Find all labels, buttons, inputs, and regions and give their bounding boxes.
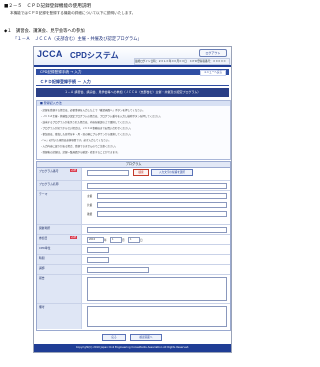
cosponsor-input[interactable] bbox=[97, 202, 227, 208]
sponsor-input[interactable] bbox=[97, 193, 227, 199]
instructions-panel: ■ 登録記入方法 ・記録を登録する場合は、必要事項を入力した上で「確認画面へ」ボ… bbox=[36, 100, 231, 160]
theme-label: テーマ bbox=[39, 192, 48, 196]
cpd-units-row: CPD単位 bbox=[37, 245, 230, 255]
program-name-row: プログラム名称 bbox=[37, 181, 230, 191]
select-program-button[interactable]: 入力文字の候補を選択 bbox=[151, 169, 193, 176]
day-select[interactable]: 1 bbox=[128, 237, 140, 243]
copyright-text: Copyright(C) 2010 Japan Civil Engineerin… bbox=[75, 346, 190, 349]
month-select[interactable]: 1 bbox=[110, 237, 122, 243]
logout-button[interactable]: ログアウト bbox=[199, 49, 227, 57]
year-select[interactable]: 2010 bbox=[87, 237, 104, 243]
instruction-line: ・登録後の記録は、記録一覧画面から確認・修正することができます。 bbox=[40, 151, 120, 154]
day-unit: 日 bbox=[140, 239, 143, 242]
instruction-line: ・「＊」の付いた項目は必須項目です。必ず入力してください。 bbox=[40, 139, 111, 142]
sponsor-sublabel: 主催 bbox=[87, 195, 93, 198]
hours-input[interactable] bbox=[87, 257, 109, 263]
system-name: CPDシステム bbox=[70, 51, 119, 60]
cosponsor-sublabel: 共催 bbox=[87, 204, 93, 207]
page-title: ＣＰＤ記録登録手続 － 入力 bbox=[36, 78, 229, 86]
app-header: JCCA CPDシステム ログアウト 最終ログイン日時：２０１０年００月００日 … bbox=[34, 47, 231, 67]
theme-row: テーマ 主催 共催 後援 bbox=[37, 191, 230, 225]
app-screenshot: JCCA CPDシステム ログアウト 最終ログイン日時：２０１０年００月００日 … bbox=[33, 46, 232, 353]
required-badge: 必須 bbox=[70, 236, 77, 239]
month-unit: 月 bbox=[122, 239, 125, 242]
back-button[interactable]: 戻る bbox=[102, 334, 126, 341]
hours-label: 時間 bbox=[39, 256, 45, 260]
document-section-title: ◆１ 講習会、講演会、見学会等への参加 bbox=[4, 29, 85, 34]
report-row: 報告 bbox=[37, 275, 230, 304]
venue-label: 開催場所 bbox=[39, 226, 51, 230]
document-intro: 本機能ではＣＰＤ記録を登録する機能の詳細について以下に説明いたします。 bbox=[10, 11, 136, 15]
date-label: 参加日 bbox=[39, 236, 48, 240]
report-label: 報告 bbox=[39, 276, 45, 280]
instruction-line: ・参加日は、参加した日付を年・月・日の順にプルダウンから選択してください。 bbox=[40, 133, 133, 136]
organizer-label: 講師 bbox=[39, 266, 45, 270]
document-subsection-title: 「１－Ａ ＪＣＣＡ（支部含む）主催・共催及び認定プログラム」 bbox=[13, 37, 142, 42]
remarks-textarea[interactable] bbox=[87, 306, 227, 327]
report-textarea[interactable] bbox=[87, 277, 227, 301]
registration-form: プログラム プログラム番号 必須 検索 入力文字の候補を選択 プログラム名称 テー… bbox=[36, 161, 231, 331]
page-title-text: ＣＰＤ記録登録手続 － 入力 bbox=[40, 79, 91, 84]
organizer-input[interactable] bbox=[87, 267, 149, 273]
cpd-units-label: CPD単位 bbox=[39, 246, 51, 250]
hours-row: 時間 bbox=[37, 255, 230, 265]
year-unit: 年 bbox=[104, 239, 107, 242]
instruction-line: ・ＪＣＣＡ主催・共催及び認定プログラムの場合は、プログラム番号を入力し検索ボタン… bbox=[40, 115, 163, 118]
form-actions: 戻る 確認画面へ bbox=[36, 333, 229, 341]
support-sublabel: 後援 bbox=[87, 213, 93, 216]
program-number-label: プログラム番号 bbox=[39, 169, 59, 173]
instruction-line: ・プログラムが見つからない場合は、ＪＣＣＡ事務局までお問い合わせください。 bbox=[40, 127, 133, 130]
jcca-logo: JCCA bbox=[37, 49, 63, 59]
search-button[interactable]: 検索 bbox=[133, 169, 149, 176]
required-badge: 必須 bbox=[70, 169, 77, 172]
remarks-label: 備考 bbox=[39, 305, 45, 309]
category-notice-text: １－Ａ 講習会、講演会、見学会等への参加（ＪＣＣＡ（支部含む）主催・共催及び認定… bbox=[64, 90, 201, 94]
date-row: 参加日 必須 2010 年 1 月 1 日 bbox=[37, 235, 230, 245]
program-name-input[interactable] bbox=[87, 183, 227, 189]
category-notice: １－Ａ 講習会、講演会、見学会等への参加（ＪＣＣＡ（支部含む）主催・共催及び認定… bbox=[36, 88, 229, 97]
cpd-units-input[interactable] bbox=[87, 247, 109, 253]
instruction-line: ・入力内容に誤りがある場合、登録できませんのでご注意ください。 bbox=[40, 145, 118, 148]
breadcrumb: CPD記録登録手続 → 入力 メニューへ戻る bbox=[36, 69, 229, 76]
venue-row: 開催場所 bbox=[37, 225, 230, 235]
user-info: 最終ログイン日時：２０１０年００月００日 ＣＰＤ登録者番号：０００００ ＣＰＤ太… bbox=[134, 58, 230, 65]
remarks-row: 備考 bbox=[37, 304, 230, 329]
instruction-line: ・記録を登録する場合は、必要事項を入力した上で「確認画面へ」ボタンを押してくださ… bbox=[40, 109, 145, 112]
instructions-heading: ■ 登録記入方法 bbox=[37, 101, 230, 106]
organizer-row: 講師 bbox=[37, 265, 230, 275]
program-name-label: プログラム名称 bbox=[39, 182, 59, 186]
program-number-input[interactable] bbox=[87, 170, 129, 176]
confirm-button[interactable]: 確認画面へ bbox=[130, 334, 162, 341]
breadcrumb-label: CPD記録登録手続 → 入力 bbox=[40, 70, 82, 74]
venue-input[interactable] bbox=[87, 227, 227, 233]
menu-back-button[interactable]: メニューへ戻る bbox=[200, 70, 226, 76]
program-number-row: プログラム番号 必須 検索 入力文字の候補を選択 bbox=[37, 168, 230, 181]
document-heading: ■２－５ ＣＰＤ記録登録機能の使用説明 bbox=[4, 4, 92, 9]
app-footer: Copyright(C) 2010 Japan Civil Engineerin… bbox=[34, 344, 231, 352]
support-input[interactable] bbox=[97, 211, 227, 217]
instruction-line: ・該当するプログラムが表示された場合は、内容を確認の上で選択してください。 bbox=[40, 121, 133, 124]
